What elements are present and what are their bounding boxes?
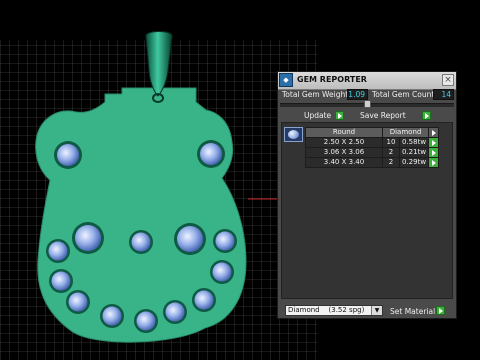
gem-stone[interactable] <box>163 300 187 324</box>
gem-size: 3.06 X 3.06 <box>305 147 383 158</box>
gem-stone[interactable] <box>54 141 82 169</box>
gem-weight: 0.58tw <box>398 137 430 148</box>
gem-stone[interactable] <box>66 290 90 314</box>
total-weight-value: 1.09 <box>347 89 368 100</box>
select-row-button[interactable] <box>428 137 440 148</box>
material-select-value: Diamond (3.52 spg) <box>288 306 365 314</box>
total-count-label: Total Gem Count <box>372 90 435 99</box>
save-report-button[interactable] <box>422 111 431 120</box>
gem-stone[interactable] <box>46 239 70 263</box>
header-spacer <box>428 127 440 138</box>
select-row-button[interactable] <box>428 157 440 168</box>
gem-reporter-icon: ◆ <box>279 73 293 87</box>
gem-stone[interactable] <box>100 304 124 328</box>
table-row: 3.40 X 3.40 2 0.29tw <box>305 157 440 168</box>
slider-thumb[interactable] <box>364 100 371 108</box>
table-row: 2.50 X 2.50 10 0.58tw <box>305 137 440 148</box>
header-shape: Round <box>305 127 383 138</box>
material-select[interactable]: Diamond (3.52 spg) ▼ <box>285 305 383 316</box>
gem-stone[interactable] <box>134 309 158 333</box>
update-button[interactable] <box>335 111 344 120</box>
round-gem-icon <box>284 127 303 142</box>
panel-titlebar[interactable]: ◆ GEM REPORTER × <box>278 72 456 90</box>
gem-size: 2.50 X 2.50 <box>305 137 383 148</box>
update-label[interactable]: Update <box>304 111 331 120</box>
gem-count: 2 <box>382 147 400 158</box>
gem-report-table: Round Diamond 2.50 X 2.50 10 0.58tw 3.06… <box>305 127 440 168</box>
set-material-button[interactable] <box>436 306 445 315</box>
gem-stone[interactable] <box>174 223 206 255</box>
gem-size: 3.40 X 3.40 <box>305 157 383 168</box>
select-row-button[interactable] <box>428 147 440 158</box>
gem-count: 10 <box>382 137 400 148</box>
total-weight-label: Total Gem Weight <box>282 90 349 99</box>
gem-stone[interactable] <box>213 229 237 253</box>
table-header-row: Round Diamond <box>305 127 440 138</box>
total-count-value: 14 <box>433 89 454 100</box>
gem-stone[interactable] <box>192 288 216 312</box>
save-report-label[interactable]: Save Report <box>360 111 406 120</box>
panel-title: GEM REPORTER <box>297 75 367 84</box>
chevron-down-icon[interactable]: ▼ <box>371 306 382 315</box>
gem-stone[interactable] <box>72 222 104 254</box>
gem-count: 2 <box>382 157 400 168</box>
header-material: Diamond <box>381 127 430 138</box>
gem-stone[interactable] <box>49 269 73 293</box>
gem-stone[interactable] <box>210 260 234 284</box>
gem-stone[interactable] <box>197 140 225 168</box>
close-icon[interactable]: × <box>442 74 454 86</box>
table-row: 3.06 X 3.06 2 0.21tw <box>305 147 440 158</box>
gem-weight: 0.29tw <box>398 157 430 168</box>
set-material-label[interactable]: Set Material <box>390 307 435 316</box>
gem-stone[interactable] <box>129 230 153 254</box>
gem-weight: 0.21tw <box>398 147 430 158</box>
